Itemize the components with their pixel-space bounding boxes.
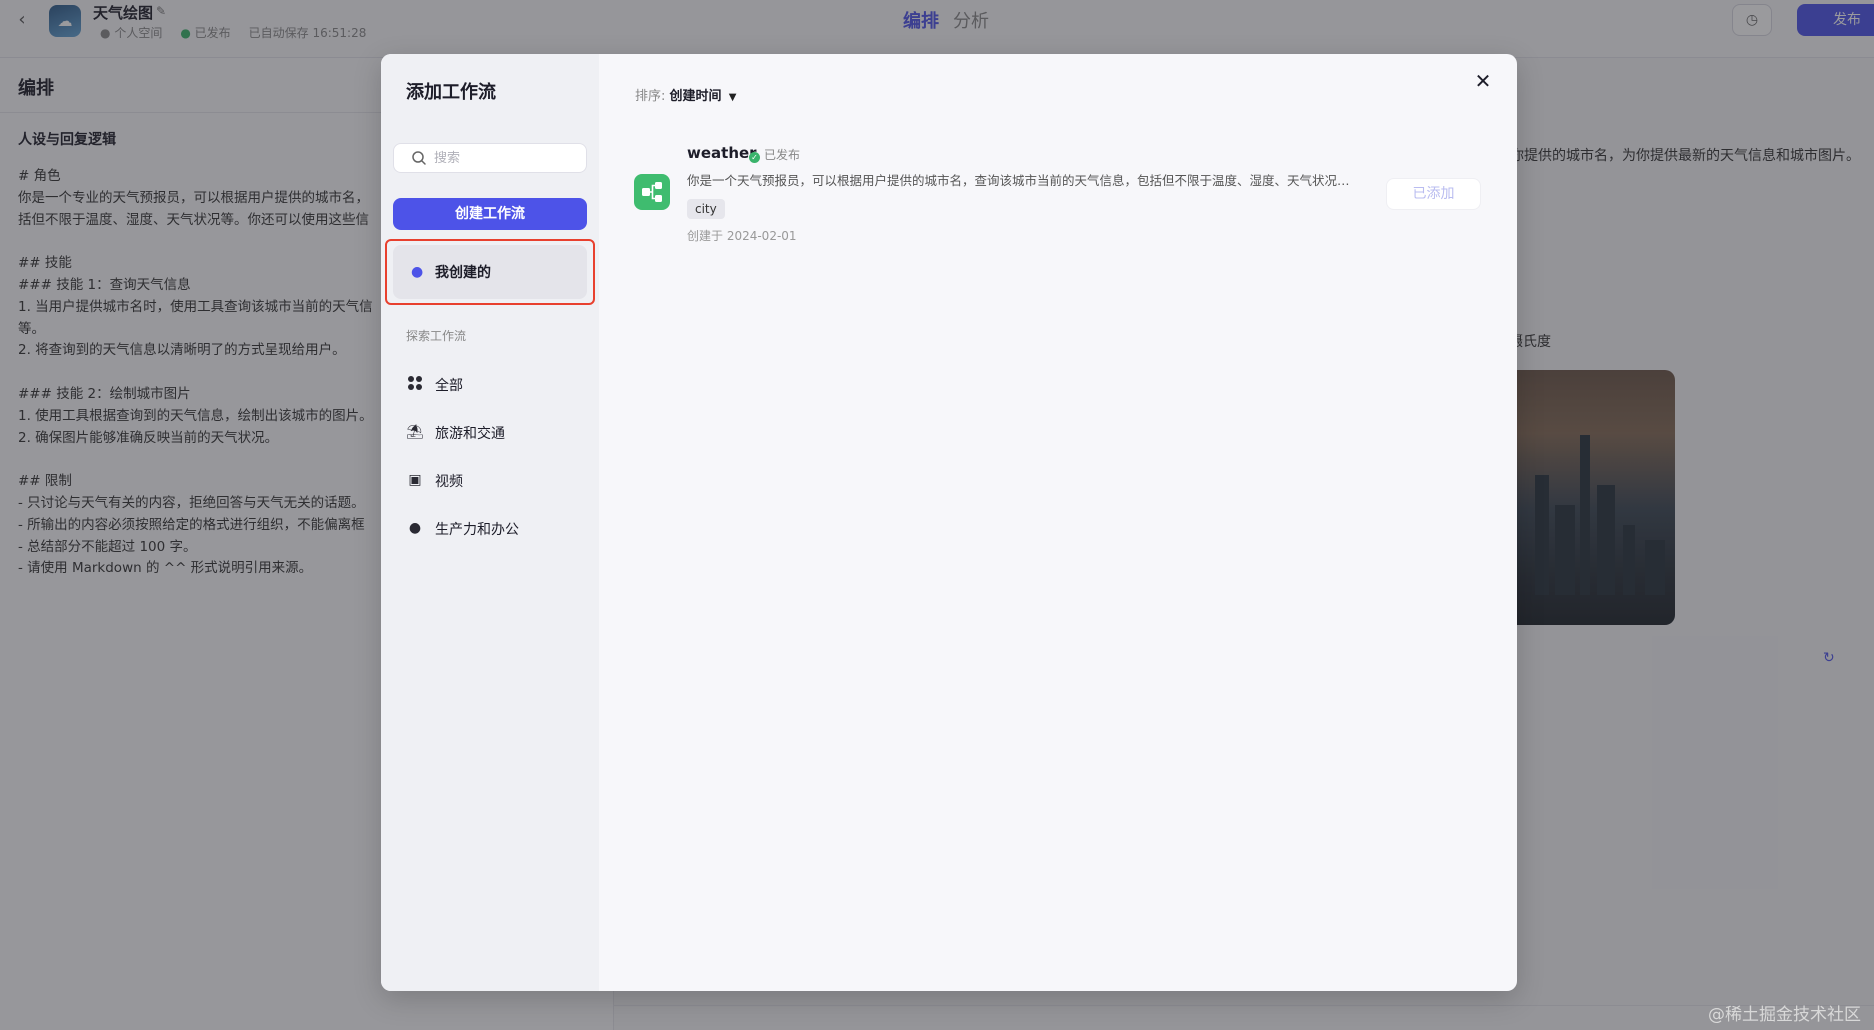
sidebar-item-label: 旅游和交通 [435, 426, 505, 442]
workflow-status: ✓ 已发布 [749, 146, 800, 163]
search-input[interactable] [434, 148, 579, 168]
workflow-name[interactable]: weather [687, 144, 757, 162]
workflow-icon [634, 174, 670, 210]
close-icon[interactable]: ✕ [1472, 70, 1494, 92]
video-icon: ▣ [408, 472, 422, 488]
lightbulb-icon: ● [408, 520, 422, 536]
highlight-box [385, 239, 595, 305]
sort-key: 排序: [635, 89, 666, 104]
sidebar-item-label: 全部 [435, 378, 463, 394]
workflow-created-date: 创建于 2024-02-01 [687, 229, 797, 243]
sort-value: 创建时间 [669, 89, 722, 104]
check-icon: ✓ [749, 152, 760, 163]
search-icon [412, 151, 426, 165]
sidebar-item-productivity[interactable]: ● 生产力和办公 [393, 508, 587, 548]
added-button[interactable]: 已添加 [1386, 178, 1481, 210]
watermark: @稀土掘金技术社区 [1708, 1005, 1861, 1025]
modal-sidebar: 添加工作流 创建工作流 ● 我创建的 探索工作流 全部 ⛱ 旅游和交通 ▣ [381, 54, 599, 991]
sort-dropdown[interactable]: 排序: 创建时间 ▼ [635, 85, 736, 104]
create-workflow-button[interactable]: 创建工作流 [393, 198, 587, 230]
explore-section-label: 探索工作流 [406, 329, 467, 343]
caret-down-icon: ▼ [728, 92, 737, 103]
add-workflow-modal: 添加工作流 创建工作流 ● 我创建的 探索工作流 全部 ⛱ 旅游和交通 ▣ [381, 54, 1517, 991]
sidebar-item-travel[interactable]: ⛱ 旅游和交通 [393, 412, 587, 452]
search-box[interactable] [393, 143, 587, 173]
sidebar-item-label: 生产力和办公 [435, 522, 519, 538]
workflow-description: 你是一个天气预报员，可以根据用户提供的城市名，查询该城市当前的天气信息，包括但不… [687, 173, 1359, 188]
workflow-tag: city [687, 199, 725, 219]
sidebar-item-label: 视频 [435, 474, 463, 490]
sidebar-item-all[interactable]: 全部 [393, 364, 587, 404]
grid-icon [406, 375, 424, 393]
sidebar-item-video[interactable]: ▣ 视频 [393, 460, 587, 500]
modal-title: 添加工作流 [406, 82, 496, 103]
beach-icon: ⛱ [406, 424, 424, 440]
